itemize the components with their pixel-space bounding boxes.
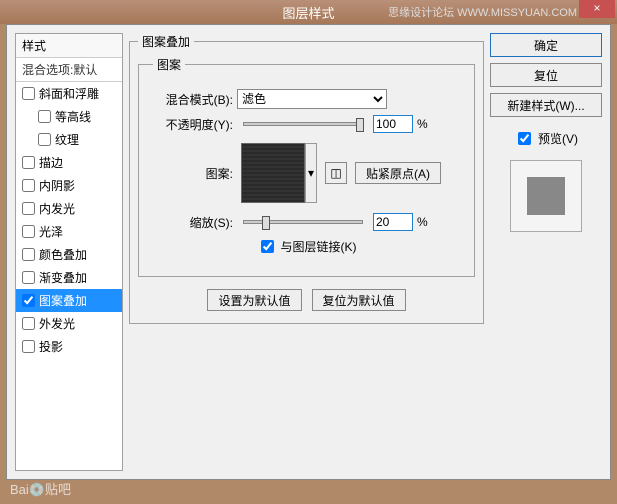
style-checkbox[interactable]: [22, 225, 35, 238]
preview-box: [510, 160, 582, 232]
pattern-swatch[interactable]: [241, 143, 305, 203]
preview-checkbox[interactable]: [518, 132, 531, 145]
new-pattern-icon[interactable]: ◫: [325, 162, 347, 184]
styles-header[interactable]: 样式: [16, 34, 122, 58]
styles-panel: 样式 混合选项:默认 斜面和浮雕等高线纹理描边内阴影内发光光泽颜色叠加渐变叠加图…: [15, 33, 123, 471]
style-checkbox[interactable]: [22, 248, 35, 261]
preview-swatch: [527, 177, 565, 215]
style-label: 投影: [39, 338, 63, 355]
style-label: 等高线: [55, 108, 91, 125]
right-panel: 确定 复位 新建样式(W)... 预览(V): [490, 33, 602, 471]
set-default-button[interactable]: 设置为默认值: [207, 289, 301, 311]
footer-watermark: Bai💿贴吧: [10, 479, 71, 498]
style-label: 斜面和浮雕: [39, 85, 99, 102]
new-style-button[interactable]: 新建样式(W)...: [490, 93, 602, 117]
style-checkbox[interactable]: [22, 156, 35, 169]
default-buttons-row: 设置为默认值 复位为默认值: [138, 289, 475, 311]
style-label: 光泽: [39, 223, 63, 240]
pattern-label: 图案:: [153, 165, 233, 182]
style-label: 内阴影: [39, 177, 75, 194]
preview-toggle-row: 预览(V): [490, 129, 602, 148]
style-item-4[interactable]: 内阴影: [16, 174, 122, 197]
blend-mode-label: 混合模式(B):: [153, 91, 233, 108]
style-item-11[interactable]: 投影: [16, 335, 122, 358]
group-legend: 图案叠加: [138, 33, 194, 50]
style-label: 纹理: [55, 131, 79, 148]
style-label: 内发光: [39, 200, 75, 217]
scale-slider[interactable]: [243, 220, 363, 224]
style-label: 图案叠加: [39, 292, 87, 309]
link-row: 与图层链接(K): [153, 237, 460, 256]
style-checkbox[interactable]: [38, 133, 51, 146]
style-checkbox[interactable]: [22, 271, 35, 284]
scale-input[interactable]: [373, 213, 413, 231]
style-label: 颜色叠加: [39, 246, 87, 263]
style-checkbox[interactable]: [38, 110, 51, 123]
style-item-10[interactable]: 外发光: [16, 312, 122, 335]
link-layer-checkbox[interactable]: [261, 240, 274, 253]
style-item-8[interactable]: 渐变叠加: [16, 266, 122, 289]
blend-mode-select[interactable]: 滤色: [237, 89, 387, 109]
titlebar: 图层样式 思缘设计论坛 WWW.MISSYUAN.COM ×: [0, 0, 617, 24]
ok-button[interactable]: 确定: [490, 33, 602, 57]
style-checkbox[interactable]: [22, 340, 35, 353]
blend-options-default[interactable]: 混合选项:默认: [16, 58, 122, 82]
watermark-text: 思缘设计论坛 WWW.MISSYUAN.COM: [388, 4, 577, 20]
close-button[interactable]: ×: [579, 0, 615, 18]
dialog-body: 样式 混合选项:默认 斜面和浮雕等高线纹理描边内阴影内发光光泽颜色叠加渐变叠加图…: [6, 24, 611, 480]
style-item-2[interactable]: 纹理: [16, 128, 122, 151]
link-layer-label: 与图层链接(K): [281, 238, 357, 255]
percent-label: %: [417, 117, 428, 131]
scale-label: 缩放(S):: [153, 214, 233, 231]
main-panel: 图案叠加 图案 混合模式(B): 滤色 不透明度(Y): % 图案:: [129, 33, 484, 471]
pattern-dropdown[interactable]: ▾: [305, 143, 317, 203]
style-label: 渐变叠加: [39, 269, 87, 286]
pattern-row: 图案: ▾ ◫ 贴紧原点(A): [153, 143, 460, 203]
style-item-1[interactable]: 等高线: [16, 105, 122, 128]
style-item-3[interactable]: 描边: [16, 151, 122, 174]
style-checkbox[interactable]: [22, 179, 35, 192]
style-item-5[interactable]: 内发光: [16, 197, 122, 220]
inner-legend: 图案: [153, 56, 185, 73]
preview-label: 预览(V): [538, 130, 578, 147]
style-item-7[interactable]: 颜色叠加: [16, 243, 122, 266]
opacity-label: 不透明度(Y):: [153, 116, 233, 133]
style-item-0[interactable]: 斜面和浮雕: [16, 82, 122, 105]
style-item-6[interactable]: 光泽: [16, 220, 122, 243]
pattern-group: 图案 混合模式(B): 滤色 不透明度(Y): % 图案: ▾: [138, 56, 475, 277]
style-checkbox[interactable]: [22, 294, 35, 307]
cancel-button[interactable]: 复位: [490, 63, 602, 87]
style-item-9[interactable]: 图案叠加: [16, 289, 122, 312]
style-checkbox[interactable]: [22, 202, 35, 215]
style-label: 外发光: [39, 315, 75, 332]
style-checkbox[interactable]: [22, 317, 35, 330]
reset-default-button[interactable]: 复位为默认值: [312, 289, 406, 311]
opacity-slider[interactable]: [243, 122, 363, 126]
percent-label-2: %: [417, 215, 428, 229]
opacity-row: 不透明度(Y): %: [153, 115, 460, 133]
snap-origin-button[interactable]: 贴紧原点(A): [355, 162, 441, 184]
opacity-input[interactable]: [373, 115, 413, 133]
style-checkbox[interactable]: [22, 87, 35, 100]
pattern-overlay-group: 图案叠加 图案 混合模式(B): 滤色 不透明度(Y): % 图案:: [129, 33, 484, 324]
scale-row: 缩放(S): %: [153, 213, 460, 231]
blend-mode-row: 混合模式(B): 滤色: [153, 89, 460, 109]
style-label: 描边: [39, 154, 63, 171]
